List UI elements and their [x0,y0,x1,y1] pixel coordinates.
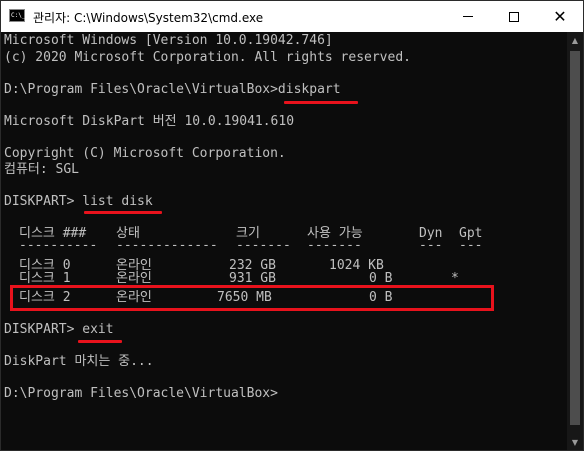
minimize-icon [463,16,473,17]
minimize-button[interactable] [445,1,491,32]
annotation-underline-diskpart [284,101,358,104]
maximize-icon [509,11,519,22]
vertical-scrollbar[interactable]: ▲ ▼ [567,32,583,450]
title-bar[interactable]: C:\_ 관리자: C:\Windows\System32\cmd.exe ✕ [1,1,583,32]
console-line-exiting: DiskPart 마치는 중... [4,354,154,369]
table-separator: --- [459,238,483,253]
scroll-thumb[interactable] [570,51,580,425]
maximize-button[interactable] [491,1,537,32]
cmd-window: C:\_ 관리자: C:\Windows\System32\cmd.exe ✕ … [0,0,584,451]
console-line-version: Microsoft Windows [Version 10.0.19042.74… [4,33,333,48]
table-separator: ---------- [19,238,98,253]
annotation-underline-exit [78,340,122,343]
scroll-up-icon[interactable]: ▲ [567,32,583,48]
close-icon: ✕ [553,6,567,26]
cmd-app-icon[interactable]: C:\_ [9,9,25,22]
table-separator: --- [419,238,443,253]
console-line-copyright: Copyright (C) Microsoft Corporation. [4,146,286,161]
close-button[interactable]: ✕ [537,1,583,32]
window-title: 관리자: C:\Windows\System32\cmd.exe [33,11,264,25]
table-separator: ------------- [116,238,218,253]
console-output[interactable]: Microsoft Windows [Version 10.0.19042.74… [1,32,567,450]
annotation-underline-list-disk [84,211,162,214]
console-line-computer: 컴퓨터: SGL [4,162,80,177]
table-separator: ------- [236,238,291,253]
annotation-box-disk-2 [10,285,494,311]
console-line-copyright-ms: (c) 2020 Microsoft Corporation. All righ… [4,50,411,65]
console-line-diskpart-version: Microsoft DiskPart 버전 10.0.19041.610 [4,114,295,129]
table-separator: ------- [307,238,362,253]
console-line-diskpart-command: D:\Program Files\Oracle\VirtualBox>diskp… [4,82,341,97]
console-line-prompt: D:\Program Files\Oracle\VirtualBox> [4,386,278,401]
scroll-down-icon[interactable]: ▼ [567,434,583,450]
console-line-list-disk: DISKPART> list disk [4,194,153,209]
console-line-exit: DISKPART> exit [4,322,114,337]
